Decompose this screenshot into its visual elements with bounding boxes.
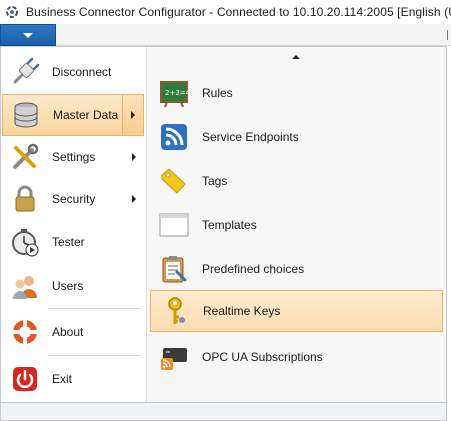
tools-icon: [8, 140, 42, 174]
menu-item-label: Master Data: [53, 108, 119, 122]
title-bar: Business Connector Configurator - Connec…: [0, 0, 451, 24]
submenu-item-label: Tags: [202, 174, 228, 188]
svg-text:2+2=4: 2+2=4: [165, 89, 189, 97]
scroll-up-arrow-icon: [292, 55, 300, 59]
submenu-item-templates[interactable]: Templates: [150, 204, 443, 246]
menu-item-label: Exit: [52, 372, 73, 386]
menu-item-settings[interactable]: Settings: [2, 136, 144, 178]
ribbon-edge-divider: [447, 30, 451, 40]
submenu-item-label: Templates: [202, 218, 257, 232]
menu-item-label: Disconnect: [52, 65, 112, 79]
submenu-item-label: OPC UA Subscriptions: [202, 350, 323, 364]
connector-icon: [4, 4, 20, 20]
rss-icon: [158, 121, 190, 153]
menu-item-disconnect[interactable]: Disconnect: [2, 51, 144, 93]
dropdown-triangle-icon: [23, 32, 33, 38]
clipboard-choice-icon: [158, 253, 190, 285]
menu-separator: [48, 355, 142, 356]
menu-bar: [0, 24, 451, 46]
submenu-item-label: Service Endpoints: [202, 130, 299, 144]
submenu-item-predefined-choices[interactable]: Predefined choices: [150, 248, 443, 290]
lock-icon: [8, 182, 42, 216]
submenu-item-tags[interactable]: Tags: [150, 160, 443, 202]
submenu-arrow-icon[interactable]: [132, 195, 136, 203]
menu-item-label: Tester: [52, 235, 85, 249]
menu-item-users[interactable]: Users: [2, 265, 144, 307]
menu-separator: [48, 308, 142, 309]
menu-item-label: Users: [52, 279, 84, 293]
submenu-item-service-endpoints[interactable]: Service Endpoints: [150, 116, 443, 158]
submenu-item-label: Rules: [202, 86, 233, 100]
submenu-item-rules[interactable]: 2+2=4 Rules: [150, 72, 443, 114]
submenu-item-label: Predefined choices: [202, 262, 305, 276]
template-window-icon: [158, 209, 190, 241]
menu-footer: [0, 403, 447, 421]
submenu-item-realtime-keys[interactable]: Realtime Keys: [150, 290, 443, 332]
key-icon: [159, 295, 191, 327]
menu-item-tester[interactable]: Tester: [2, 221, 144, 263]
stopwatch-icon: [8, 225, 42, 259]
lifebuoy-icon: [8, 315, 42, 349]
users-icon: [8, 269, 42, 303]
power-icon: [8, 362, 42, 396]
application-menu-button[interactable]: [0, 24, 56, 46]
menu-item-master-data[interactable]: Master Data: [2, 94, 144, 136]
menu-item-exit[interactable]: Exit: [2, 358, 144, 400]
menu-item-label: About: [52, 325, 84, 339]
database-icon: [9, 98, 43, 132]
opc-feed-icon: [158, 341, 190, 373]
chalkboard-icon: 2+2=4: [158, 77, 190, 109]
menu-item-security[interactable]: Security: [2, 178, 144, 220]
menu-item-about[interactable]: About: [2, 311, 144, 353]
window-title: Business Connector Configurator - Connec…: [26, 5, 451, 19]
tag-icon: [158, 165, 190, 197]
submenu-item-opc-ua-subscriptions[interactable]: OPC UA Subscriptions: [150, 336, 443, 378]
submenu-arrow-icon[interactable]: [122, 95, 143, 135]
menu-item-label: Settings: [52, 150, 96, 164]
submenu-scroll-up[interactable]: [147, 52, 445, 62]
submenu-item-label: Realtime Keys: [203, 304, 281, 318]
plug-icon: [8, 55, 42, 89]
menu-item-label: Security: [52, 192, 96, 206]
submenu-arrow-icon[interactable]: [132, 153, 136, 161]
